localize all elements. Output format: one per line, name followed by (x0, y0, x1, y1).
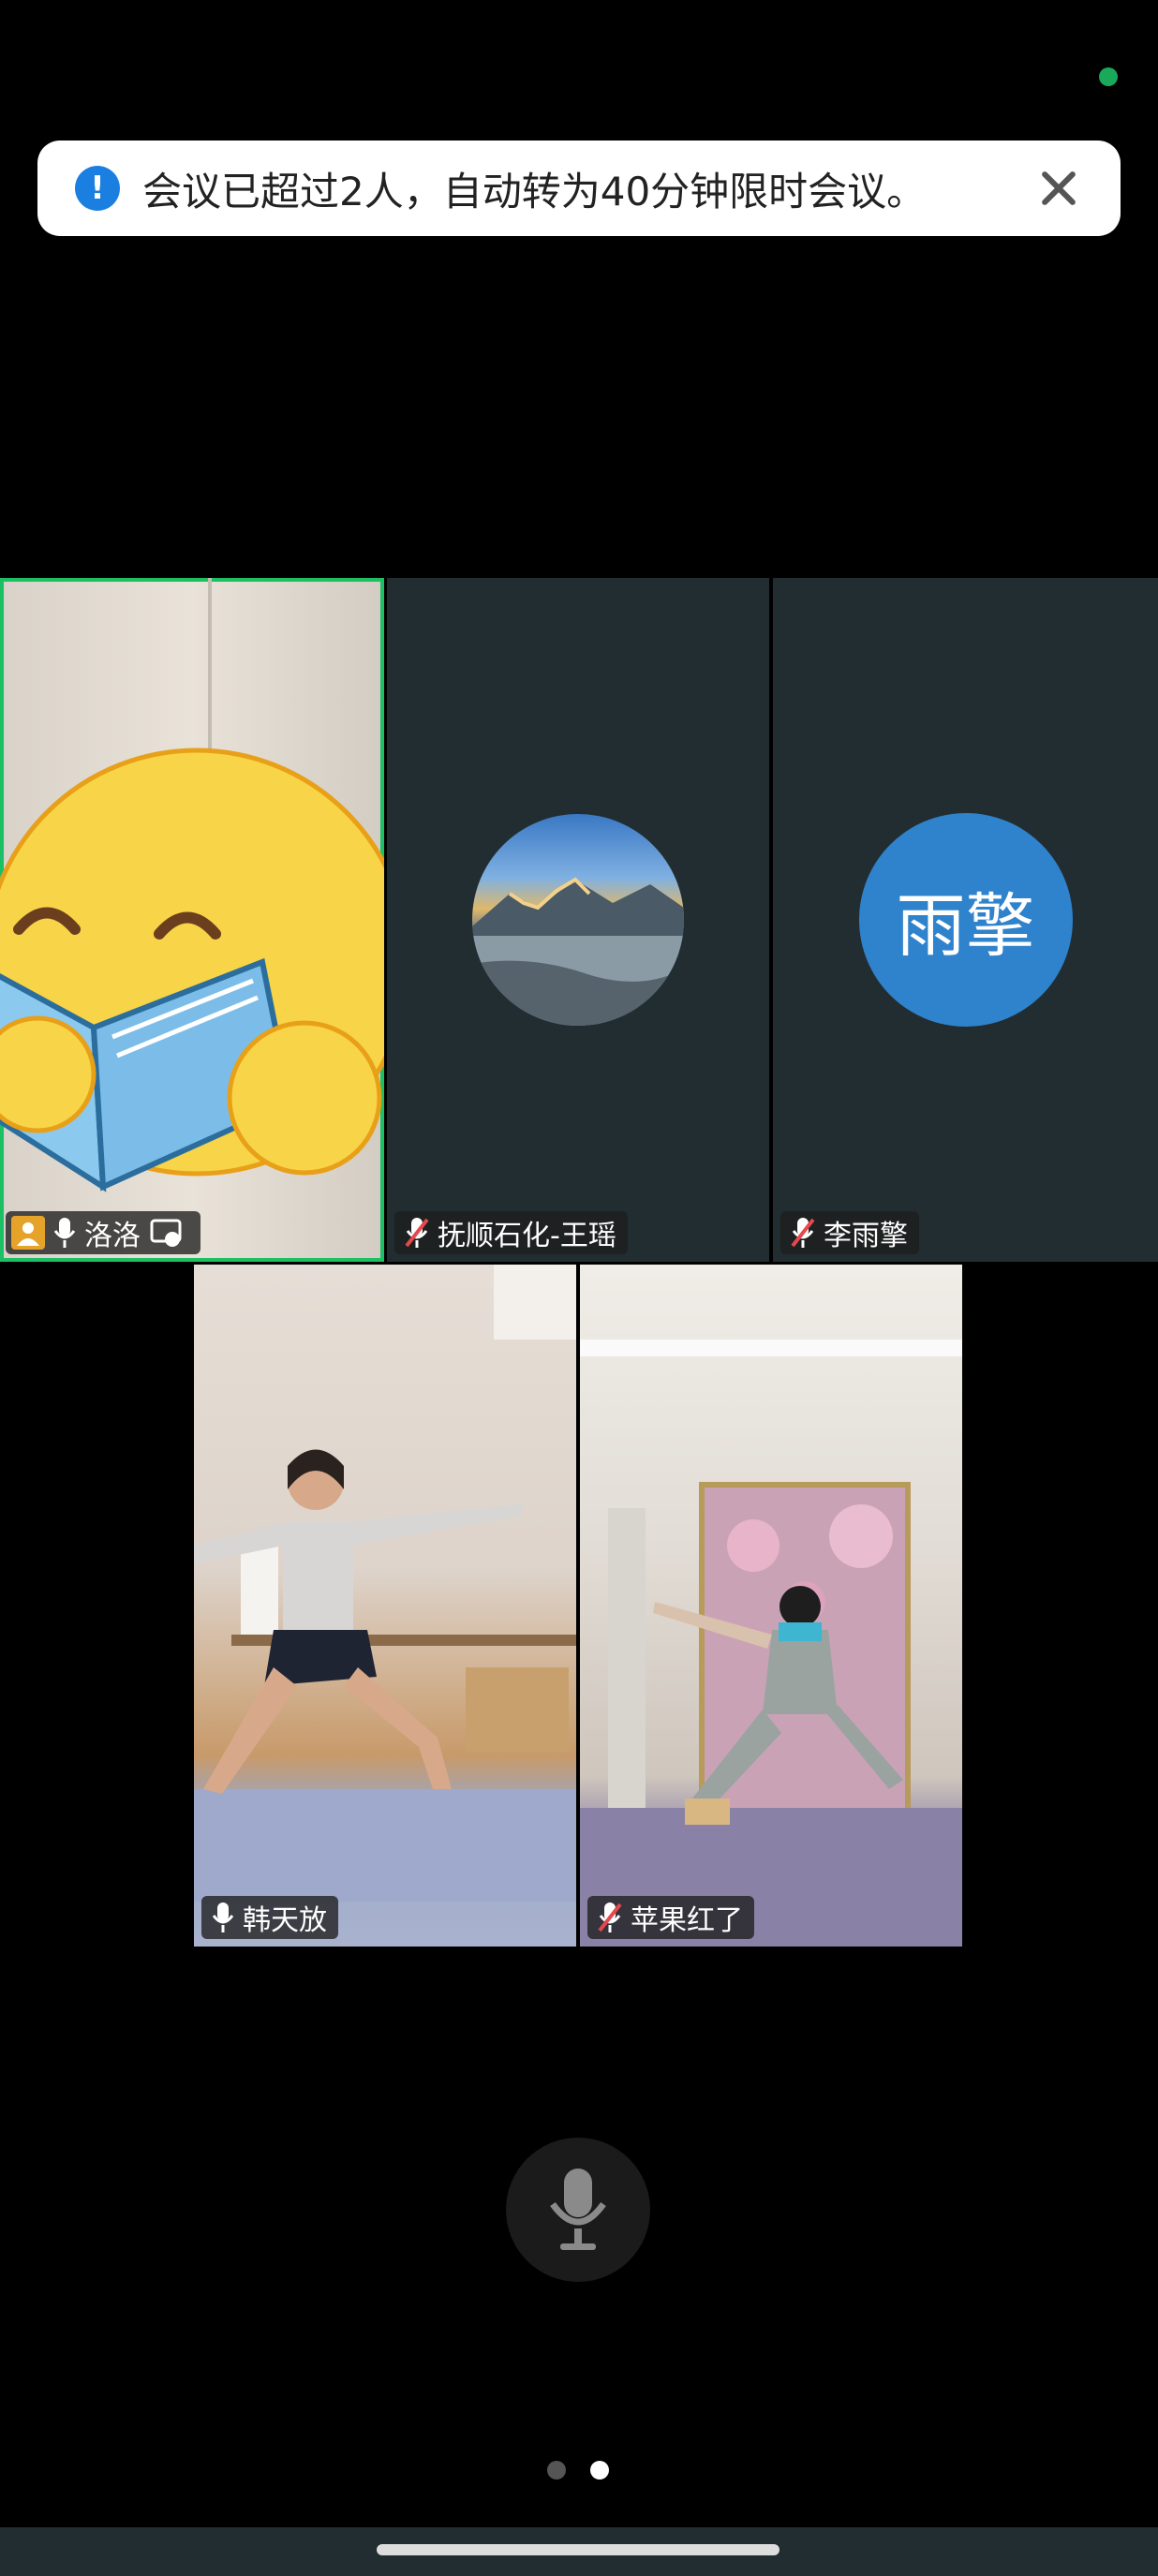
mic-muted-icon (597, 1901, 623, 1934)
notice-message: 会议已超过2人，自动转为40分钟限时会议。 (142, 168, 927, 215)
mic-muted-icon (790, 1216, 816, 1250)
mic-icon (52, 1216, 77, 1250)
home-indicator[interactable] (377, 2544, 779, 2555)
participant-namebar: 苹果红了 (587, 1896, 754, 1939)
participant-name: 苹果红了 (631, 1904, 743, 1937)
close-icon[interactable] (1031, 160, 1087, 216)
participant-tile-2[interactable]: 抚顺石化-王瑶 (387, 578, 769, 1262)
page-dot-1[interactable] (547, 2461, 566, 2480)
person-icon (11, 1216, 45, 1250)
meeting-limit-notice: ! 会议已超过2人，自动转为40分钟限时会议。 (37, 141, 1121, 236)
share-icon (150, 1217, 182, 1249)
info-icon: ! (75, 166, 120, 211)
participant-tile-3[interactable]: 雨擎 李雨擎 (773, 578, 1158, 1262)
participant-name: 洛洛 (84, 1220, 141, 1252)
emoji-reading-book-icon (0, 748, 384, 1192)
video-frame (194, 1265, 576, 1902)
mic-muted-icon (404, 1216, 430, 1250)
participant-namebar: 韩天放 (201, 1896, 338, 1939)
avatar (472, 814, 684, 1026)
participant-namebar: 抚顺石化-王瑶 (394, 1211, 628, 1254)
participant-name: 抚顺石化-王瑶 (438, 1220, 616, 1252)
participant-name: 李雨擎 (824, 1220, 908, 1252)
microphone-icon (550, 2169, 606, 2250)
participant-tile-4[interactable]: 韩天放 (194, 1265, 576, 1947)
avatar: 雨擎 (858, 813, 1073, 1027)
participant-name: 韩天放 (243, 1904, 327, 1937)
participant-tile-1[interactable]: 洛洛 (0, 578, 384, 1262)
mountain-photo-icon (472, 877, 684, 1026)
participant-namebar: 洛洛 (6, 1211, 200, 1254)
participant-namebar: 李雨擎 (780, 1211, 919, 1254)
video-frame (580, 1340, 962, 1947)
page-indicator (547, 2461, 609, 2480)
participant-tile-5[interactable]: 苹果红了 (580, 1265, 962, 1947)
page-dot-2[interactable] (590, 2461, 609, 2480)
status-dot (1099, 67, 1118, 86)
microphone-button[interactable] (506, 2138, 650, 2282)
mic-icon (211, 1901, 235, 1934)
